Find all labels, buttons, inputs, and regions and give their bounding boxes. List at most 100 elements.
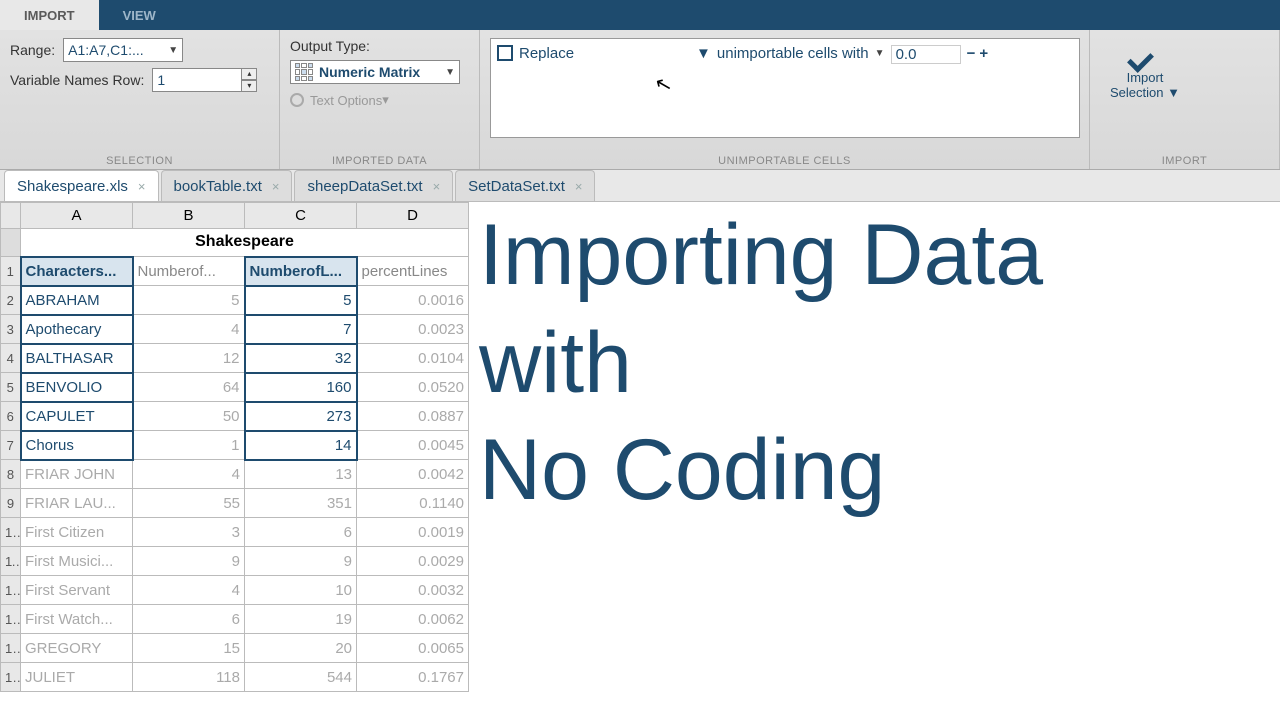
plus-button[interactable]: +	[979, 45, 988, 62]
data-cell[interactable]: 9	[133, 547, 245, 576]
output-type-label: Output Type:	[290, 38, 469, 54]
data-cell[interactable]: 0.1140	[357, 489, 469, 518]
data-cell[interactable]: 0.0104	[357, 344, 469, 373]
data-cell[interactable]: 32	[245, 344, 357, 373]
data-cell[interactable]: 0.0042	[357, 460, 469, 489]
data-table[interactable]: ABCD Shakespeare 1 Characters...Numberof.…	[0, 202, 469, 692]
data-cell[interactable]: FRIAR LAU...	[21, 489, 133, 518]
header-cell[interactable]: NumberofL...	[245, 257, 357, 286]
data-cell[interactable]: CAPULET	[21, 402, 133, 431]
close-icon[interactable]: ×	[138, 179, 146, 194]
data-cell[interactable]: 0.0023	[357, 315, 469, 344]
data-cell[interactable]: 5	[133, 286, 245, 315]
data-cell[interactable]: 273	[245, 402, 357, 431]
group-selection: SELECTION	[0, 155, 279, 167]
data-cell[interactable]: 6	[133, 605, 245, 634]
data-cell[interactable]: First Watch...	[21, 605, 133, 634]
data-cell[interactable]: 544	[245, 663, 357, 692]
col-header[interactable]: C	[245, 203, 357, 229]
data-cell[interactable]: 0.0016	[357, 286, 469, 315]
data-cell[interactable]: 20	[245, 634, 357, 663]
minus-button[interactable]: −	[967, 45, 976, 62]
chevron-down-icon: ▼	[696, 45, 711, 62]
corner-cell	[1, 203, 21, 229]
varrow-spinner[interactable]: ▴▾	[241, 68, 257, 92]
data-cell[interactable]: ABRAHAM	[21, 286, 133, 315]
group-import: IMPORT	[1090, 155, 1279, 167]
main-tabstrip: IMPORT VIEW	[0, 0, 1280, 30]
file-tab[interactable]: sheepDataSet.txt×	[294, 170, 453, 201]
data-cell[interactable]: GREGORY	[21, 634, 133, 663]
data-cell[interactable]: 10	[245, 576, 357, 605]
file-tab[interactable]: bookTable.txt×	[161, 170, 293, 201]
data-cell[interactable]: 0.0520	[357, 373, 469, 402]
varrow-label: Variable Names Row:	[10, 72, 144, 88]
data-cell[interactable]: 55	[133, 489, 245, 518]
data-cell[interactable]: 12	[133, 344, 245, 373]
data-cell[interactable]: FRIAR JOHN	[21, 460, 133, 489]
header-cell[interactable]: percentLines	[357, 257, 469, 286]
data-cell[interactable]: 0.0045	[357, 431, 469, 460]
import-selection-button[interactable]: Import Selection ▼	[1100, 38, 1190, 100]
close-icon[interactable]: ×	[433, 179, 441, 194]
data-cell[interactable]: 3	[133, 518, 245, 547]
data-cell[interactable]: Apothecary	[21, 315, 133, 344]
data-cell[interactable]: JULIET	[21, 663, 133, 692]
varrow-input[interactable]: 1	[152, 68, 242, 92]
data-cell[interactable]: 0.0065	[357, 634, 469, 663]
data-cell[interactable]: 15	[133, 634, 245, 663]
data-cell[interactable]: 19	[245, 605, 357, 634]
data-cell[interactable]: First Citizen	[21, 518, 133, 547]
gear-icon	[290, 93, 304, 107]
output-type-combo[interactable]: Numeric Matrix ▼	[290, 60, 460, 84]
data-cell[interactable]: 0.0062	[357, 605, 469, 634]
range-label: Range:	[10, 42, 55, 58]
tab-import[interactable]: IMPORT	[0, 0, 99, 30]
data-cell[interactable]: First Musici...	[21, 547, 133, 576]
data-cell[interactable]: 6	[245, 518, 357, 547]
data-cell[interactable]: 0.0019	[357, 518, 469, 547]
data-cell[interactable]: 0.0032	[357, 576, 469, 605]
text-options: Text Options ▾	[290, 92, 469, 108]
header-cell[interactable]: Characters...	[21, 257, 133, 286]
close-icon[interactable]: ×	[272, 179, 280, 194]
data-cell[interactable]: 9	[245, 547, 357, 576]
file-tab[interactable]: SetDataSet.txt×	[455, 170, 595, 201]
data-cell[interactable]: Chorus	[21, 431, 133, 460]
data-cell[interactable]: 0.0887	[357, 402, 469, 431]
data-cell[interactable]: 4	[133, 315, 245, 344]
data-cell[interactable]: 4	[133, 576, 245, 605]
col-header[interactable]: D	[357, 203, 469, 229]
data-cell[interactable]: 4	[133, 460, 245, 489]
data-cell[interactable]: 14	[245, 431, 357, 460]
table-title: Shakespeare	[21, 229, 469, 257]
matrix-icon	[295, 63, 313, 81]
data-cell[interactable]: 0.1767	[357, 663, 469, 692]
data-cell[interactable]: 13	[245, 460, 357, 489]
data-cell[interactable]: BALTHASAR	[21, 344, 133, 373]
header-cell[interactable]: Numberof...	[133, 257, 245, 286]
chevron-down-icon: ▼	[168, 45, 178, 56]
data-cell[interactable]: 50	[133, 402, 245, 431]
data-cell[interactable]: 7	[245, 315, 357, 344]
data-cell[interactable]: 351	[245, 489, 357, 518]
data-cell[interactable]: 118	[133, 663, 245, 692]
col-header[interactable]: B	[133, 203, 245, 229]
data-cell[interactable]: 5	[245, 286, 357, 315]
file-tab[interactable]: Shakespeare.xls×	[4, 170, 159, 201]
replace-checkbox[interactable]	[497, 45, 513, 61]
col-header[interactable]: A	[21, 203, 133, 229]
replace-dropdown[interactable]: Replace	[519, 45, 574, 62]
data-cell[interactable]: BENVOLIO	[21, 373, 133, 402]
data-cell[interactable]: 64	[133, 373, 245, 402]
data-cell[interactable]: 1	[133, 431, 245, 460]
close-icon[interactable]: ×	[575, 179, 583, 194]
range-combo[interactable]: A1:A7,C1:...▼	[63, 38, 183, 62]
tab-view[interactable]: VIEW	[99, 0, 180, 30]
cellswith-dropdown[interactable]: unimportable cells with▼	[717, 45, 885, 62]
data-cell[interactable]: 160	[245, 373, 357, 402]
replace-value-input[interactable]: 0.0	[891, 45, 961, 64]
unimportable-box: Replace ▼ unimportable cells with▼ 0.0 −…	[490, 38, 1080, 138]
data-cell[interactable]: 0.0029	[357, 547, 469, 576]
data-cell[interactable]: First Servant	[21, 576, 133, 605]
